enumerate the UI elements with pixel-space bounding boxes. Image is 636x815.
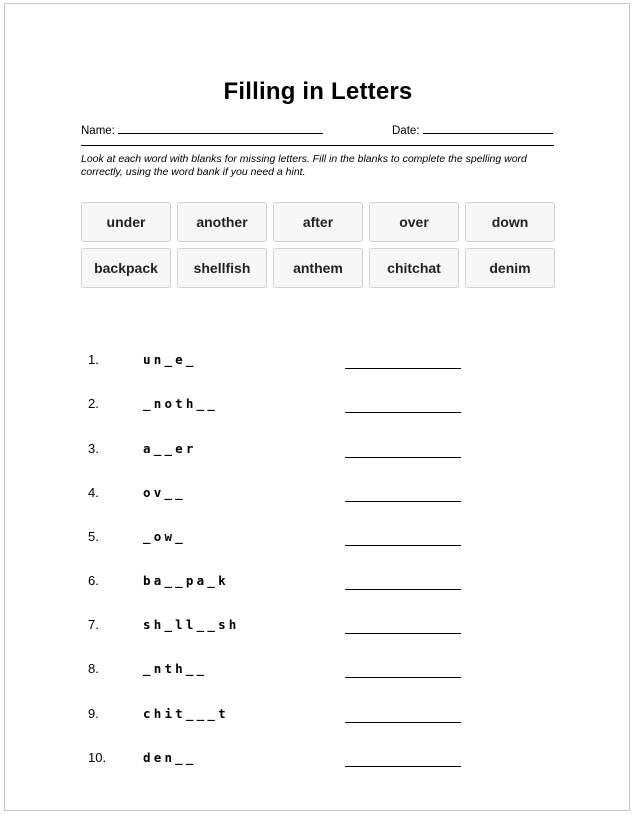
problem-puzzle: sh_ll__sh [143,617,240,632]
instructions-text: Look at each word with blanks for missin… [81,153,527,178]
problem-number: 1. [88,352,99,367]
problem-puzzle: ov__ [143,485,186,500]
problem-row: 4. ov__ [0,471,636,515]
problem-number: 8. [88,661,99,676]
answer-blank[interactable] [345,589,461,590]
problem-row: 8. _nth__ [0,647,636,691]
word-bank-item: after [273,202,363,242]
header-divider [81,145,554,146]
name-date-row: Name: Date: [81,124,554,144]
problem-puzzle: a__er [143,441,197,456]
problem-row: 6. ba__pa_k [0,559,636,603]
problem-number: 5. [88,529,99,544]
problem-number: 3. [88,441,99,456]
problem-puzzle: _ow_ [143,529,186,544]
word-bank-item: denim [465,248,555,288]
problem-row: 10. den__ [0,736,636,780]
word-bank-item: another [177,202,267,242]
answer-blank[interactable] [345,633,461,634]
answer-blank[interactable] [345,722,461,723]
name-field[interactable]: Name: [81,124,323,137]
problem-number: 4. [88,485,99,500]
word-bank-item: backpack [81,248,171,288]
problem-puzzle: _nth__ [143,661,208,676]
problem-puzzle: un_e_ [143,352,197,367]
answer-blank[interactable] [345,457,461,458]
answer-blank[interactable] [345,501,461,502]
date-field[interactable]: Date: [392,124,553,137]
problem-number: 7. [88,617,99,632]
answer-blank[interactable] [345,677,461,678]
date-label: Date: [392,125,420,137]
answer-blank[interactable] [345,412,461,413]
problem-row: 1. un_e_ [0,338,636,382]
answer-blank[interactable] [345,766,461,767]
page-title: Filling in Letters [223,78,413,105]
answer-blank[interactable] [345,545,461,546]
problem-row: 3. a__er [0,427,636,471]
word-bank-item: under [81,202,171,242]
word-bank-item: anthem [273,248,363,288]
word-bank-item: shellfish [177,248,267,288]
problem-row: 9. chit___t [0,692,636,736]
problem-puzzle: ba__pa_k [143,573,229,588]
answer-blank[interactable] [345,368,461,369]
problem-number: 2. [88,396,99,411]
problem-number: 10. [88,750,107,765]
word-bank: under another after over down backpack s… [81,202,555,288]
problem-row: 2. _noth__ [0,382,636,426]
date-blank-line[interactable] [422,124,553,134]
problem-puzzle: den__ [143,750,197,765]
problem-row: 7. sh_ll__sh [0,603,636,647]
name-blank-line[interactable] [117,124,323,134]
word-bank-item: chitchat [369,248,459,288]
word-bank-item: down [465,202,555,242]
word-bank-item: over [369,202,459,242]
problem-puzzle: _noth__ [143,396,219,411]
name-label: Name: [81,125,115,137]
problem-number: 6. [88,573,99,588]
problem-row: 5. _ow_ [0,515,636,559]
problem-number: 9. [88,706,99,721]
problem-puzzle: chit___t [143,706,229,721]
